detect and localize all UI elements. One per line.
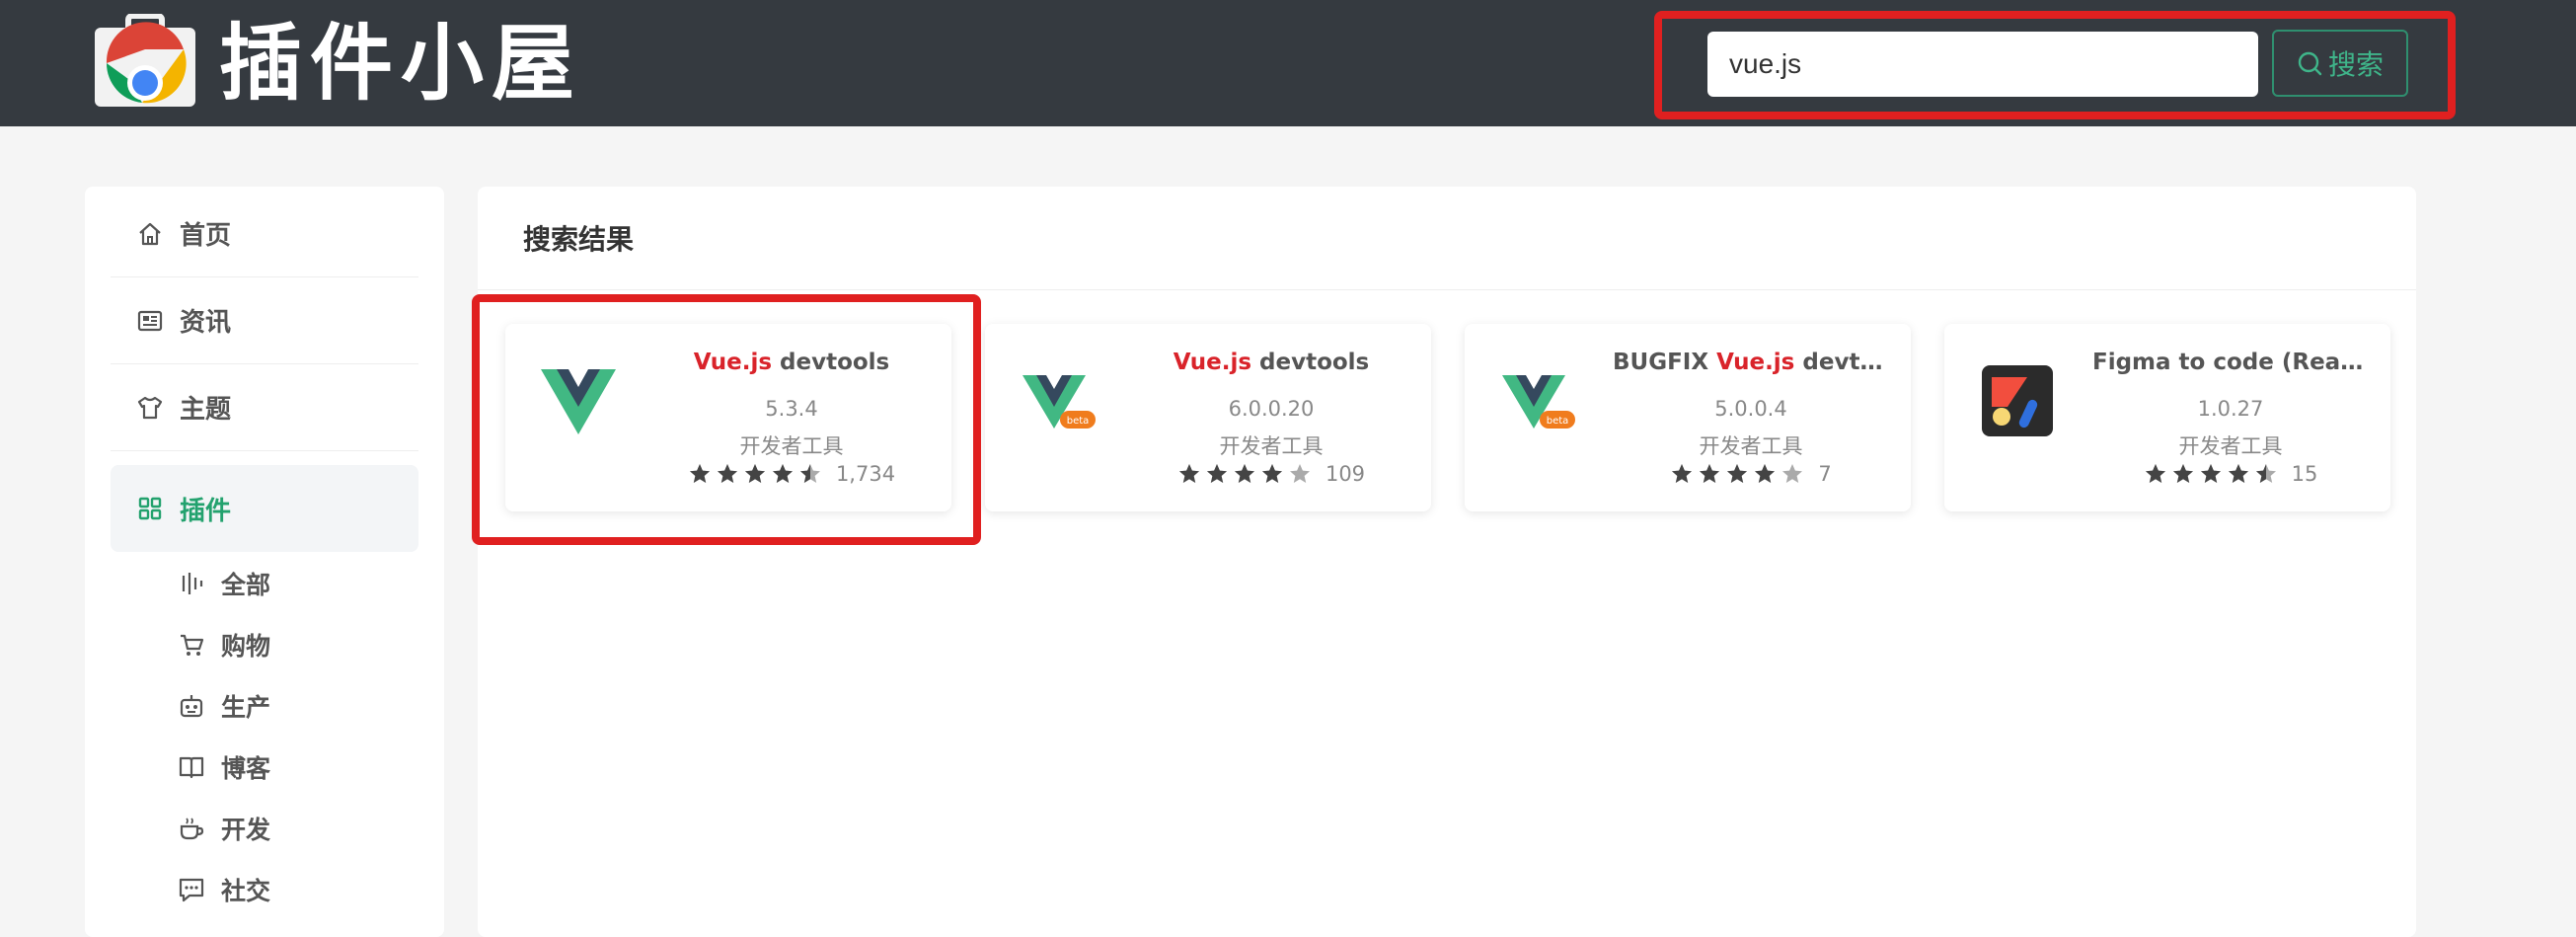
plugin-category: 开发者工具: [1699, 434, 1803, 458]
result-card[interactable]: beta BUGFIX Vue.js devtools 5.0.0.4 开发者工…: [1465, 324, 1911, 511]
rating-count: 15: [2291, 462, 2318, 486]
divider: [478, 289, 2416, 290]
star-half-icon: [2255, 464, 2276, 483]
plugin-name[interactable]: Vue.js devtools: [1133, 350, 1409, 375]
search-input[interactable]: [1707, 32, 2258, 97]
chrome-bag-logo-icon[interactable]: [95, 14, 195, 107]
svg-text:beta: beta: [1547, 416, 1569, 427]
star-full-icon: [2172, 464, 2193, 483]
sidebar-item-news[interactable]: 资讯: [111, 277, 418, 364]
vue-beta-icon: beta: [1023, 375, 1096, 429]
cart-icon: [181, 634, 204, 656]
plugin-name[interactable]: BUGFIX Vue.js devtools: [1613, 350, 1889, 375]
result-annotation-box: [472, 294, 981, 545]
sidebar-item-label: 资讯: [180, 308, 232, 338]
robot-icon: [180, 695, 203, 718]
book-icon: [179, 756, 204, 779]
search-button-label: 搜索: [2327, 48, 2384, 81]
sidebar-item-label: 主题: [180, 395, 232, 425]
sidebar-item-home[interactable]: 首页: [111, 191, 418, 277]
rating-count: 7: [1818, 462, 1832, 486]
subitem-label: 社交: [221, 877, 271, 905]
star-full-icon: [1672, 464, 1693, 483]
coffee-icon: [180, 818, 204, 840]
search-icon: [2298, 51, 2322, 76]
figma-to-code-icon: [1982, 365, 2053, 436]
subitem-label: 开发: [221, 816, 271, 844]
star-full-icon: [2145, 464, 2165, 483]
svg-text:beta: beta: [1067, 416, 1090, 427]
sidebar-item-label: 首页: [180, 221, 232, 251]
sidebar-subitem-social[interactable]: 社交: [178, 864, 270, 915]
star-full-icon: [1178, 464, 1199, 483]
star-full-icon: [1700, 464, 1720, 483]
star-full-icon: [1261, 464, 1282, 483]
subitem-label: 购物: [221, 632, 271, 661]
results-title: 搜索结果: [523, 223, 635, 256]
top-header: 插件小屋 搜索: [0, 0, 2576, 126]
star-full-icon: [1755, 464, 1776, 483]
subitem-label: 博客: [221, 754, 271, 783]
sidebar: 首页 资讯 主题 插件 全部 购物 生产 博客 开发 社交: [85, 187, 444, 937]
chat-icon: [179, 878, 204, 902]
news-icon: [137, 310, 163, 331]
plugin-version: 5.0.0.4: [1714, 397, 1787, 421]
star-empty-icon: [1289, 464, 1310, 483]
plugin-category: 开发者工具: [2178, 434, 2283, 458]
sidebar-subitem-shopping[interactable]: 购物: [178, 619, 270, 670]
bars-icon: [182, 573, 203, 594]
result-card[interactable]: beta Vue.js devtools 6.0.0.20 开发者工具 109: [985, 324, 1431, 511]
rating: 109: [1133, 462, 1409, 486]
home-icon: [139, 222, 161, 245]
rating: 7: [1613, 462, 1889, 486]
site-logo-text[interactable]: 插件小屋: [219, 14, 582, 113]
sidebar-subitem-blog[interactable]: 博客: [178, 742, 270, 793]
result-card[interactable]: Figma to code (React/... 1.0.27 开发者工具 15: [1944, 324, 2390, 511]
plugin-name[interactable]: Figma to code (React/...: [2092, 350, 2369, 375]
rating-count: 109: [1325, 462, 1366, 486]
shirt-icon: [137, 396, 163, 419]
star-full-icon: [1206, 464, 1227, 483]
sidebar-subitem-all[interactable]: 全部: [178, 558, 270, 609]
star-full-icon: [2200, 464, 2221, 483]
plugin-category: 开发者工具: [1219, 434, 1324, 458]
star-full-icon: [1727, 464, 1748, 483]
search-button[interactable]: 搜索: [2272, 30, 2408, 97]
subitem-label: 全部: [221, 571, 271, 599]
sidebar-item-theme[interactable]: 主题: [111, 364, 418, 451]
plugin-version: 1.0.27: [2197, 397, 2264, 421]
sidebar-subitem-production[interactable]: 生产: [178, 680, 270, 732]
sidebar-item-plugins[interactable]: 插件: [111, 465, 418, 552]
sidebar-item-label: 插件: [180, 496, 232, 526]
grid-icon: [138, 497, 162, 520]
vue-beta-icon: beta: [1502, 375, 1575, 429]
rating: 15: [2092, 462, 2369, 486]
star-empty-icon: [1782, 464, 1803, 483]
star-full-icon: [1234, 464, 1254, 483]
sidebar-subitem-develop[interactable]: 开发: [178, 803, 270, 854]
subitem-label: 生产: [221, 693, 271, 722]
star-full-icon: [2228, 464, 2248, 483]
plugin-version: 6.0.0.20: [1228, 397, 1315, 421]
